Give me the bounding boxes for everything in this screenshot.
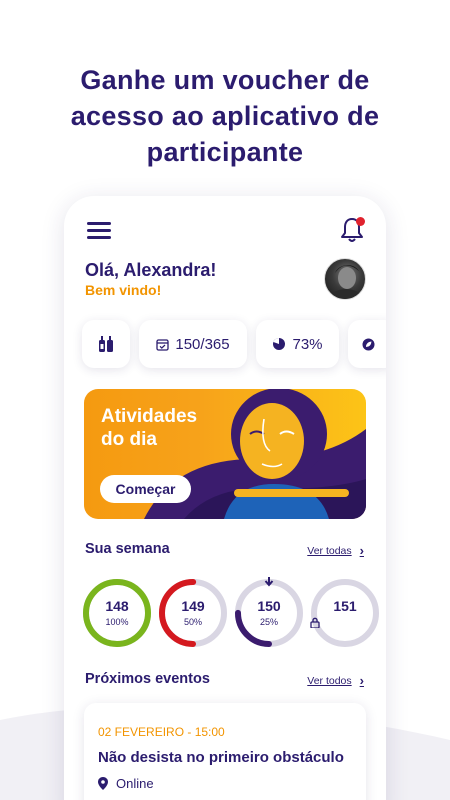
event-location: Online [98, 776, 154, 791]
headline-line-3: participante [146, 137, 304, 167]
week-day-ring[interactable]: 148 100% [82, 578, 152, 648]
stat-card-days[interactable]: 150/365 [139, 320, 247, 368]
stat-progress-value: 73% [292, 335, 323, 353]
chevron-right-icon: › [359, 543, 364, 558]
banner-title: Atividades do dia [101, 406, 198, 450]
week-day-number: 149 [181, 598, 205, 614]
stat-card-leaf[interactable] [348, 320, 386, 368]
events-section-title: Próximos eventos [85, 671, 210, 687]
stat-card-bottles[interactable] [82, 320, 130, 368]
event-card[interactable]: 02 FEVEREIRO - 15:00 Não desista no prim… [84, 703, 366, 800]
leaf-icon [362, 338, 375, 350]
week-day-number: 148 [105, 598, 129, 614]
headline-line-1: Ganhe um voucher de [80, 65, 370, 95]
daily-activities-banner[interactable]: Atividades do dia Começar [84, 389, 366, 519]
week-see-all-label: Ver todas [307, 544, 352, 557]
avatar[interactable] [324, 258, 366, 300]
stat-days-value: 150/365 [175, 335, 230, 353]
week-progress-row: 148 100% 149 50% 150 25% 151 [82, 577, 380, 650]
calendar-icon [156, 338, 170, 351]
bottles-icon [99, 336, 113, 352]
greeting-text: Olá, Alexandra! [85, 260, 217, 280]
week-section-title: Sua semana [85, 541, 170, 557]
week-day-percent: 50% [183, 617, 202, 627]
week-day-ring[interactable]: 149 50% [158, 578, 228, 648]
avatar-photo [330, 265, 362, 299]
stats-row: 150/365 73% [82, 320, 386, 368]
headline-line-2: acesso ao aplicativo de [70, 101, 380, 131]
week-see-all-link[interactable]: Ver todas › [307, 543, 364, 558]
week-day-number: 150 [257, 598, 281, 614]
events-see-all-label: Ver todos [307, 674, 352, 687]
start-button[interactable]: Começar [100, 475, 191, 503]
week-day-number: 151 [333, 598, 357, 614]
hamburger-menu-icon[interactable] [87, 222, 111, 240]
welcome-text: Bem vindo! [85, 282, 162, 298]
event-location-label: Online [116, 776, 154, 791]
week-day-ring[interactable]: 151 [310, 578, 380, 648]
app-screen: Olá, Alexandra! Bem vindo! 150/365 73% A… [64, 196, 386, 800]
location-pin-icon [98, 777, 108, 790]
pie-icon [273, 337, 286, 350]
week-day-percent: 100% [105, 617, 129, 627]
week-day-percent: 25% [259, 617, 278, 627]
headline: Ganhe um voucher de acesso ao aplicativo… [0, 62, 450, 170]
week-day-ring[interactable]: 150 25% [234, 577, 304, 648]
stat-card-progress[interactable]: 73% [256, 320, 339, 368]
phone-frame: Olá, Alexandra! Bem vindo! 150/365 73% A… [64, 196, 386, 800]
event-title: Não desista no primeiro obstáculo [98, 749, 344, 766]
event-date: 02 FEVEREIRO - 15:00 [98, 725, 225, 739]
notification-button[interactable] [339, 216, 365, 244]
chevron-right-icon: › [359, 673, 364, 688]
notification-dot [356, 217, 365, 226]
events-see-all-link[interactable]: Ver todos › [307, 673, 364, 688]
